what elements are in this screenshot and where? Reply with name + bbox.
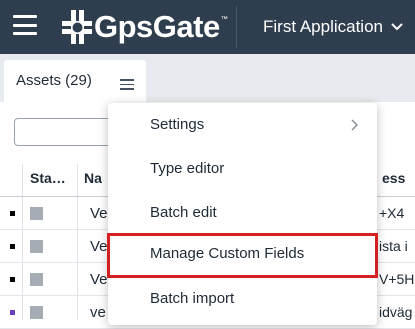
hamburger-menu-icon[interactable] <box>13 15 37 35</box>
column-header-status[interactable]: Sta… <box>30 170 66 186</box>
menu-item-label: Type editor <box>150 160 225 177</box>
chevron-right-icon <box>351 119 359 131</box>
menu-item-label: Batch edit <box>150 204 217 221</box>
status-indicator <box>30 273 43 286</box>
menu-item-label: Settings <box>150 116 205 133</box>
asset-address: ista i <box>379 238 408 254</box>
status-indicator <box>30 240 43 253</box>
application-name: First Application <box>263 17 383 36</box>
assets-context-menu: Settings Type editor Batch edit Manage C… <box>107 103 378 325</box>
menu-item-settings[interactable]: Settings <box>108 105 377 145</box>
tab-assets-label: Assets (29) <box>16 72 92 89</box>
asset-name: Ve <box>90 205 108 222</box>
asset-name: ve <box>90 304 106 321</box>
menu-item-batch-import[interactable]: Batch import <box>108 279 377 319</box>
app-header: GpsGate ™ First Application <box>0 0 415 54</box>
menu-item-label: Batch import <box>150 290 235 307</box>
tab-assets[interactable]: Assets (29) <box>4 60 146 102</box>
row-marker <box>10 277 15 282</box>
row-marker <box>10 211 15 216</box>
menu-item-manage-custom-fields[interactable]: Manage Custom Fields <box>107 233 378 278</box>
asset-name: Ve <box>90 238 108 255</box>
logo-text: GpsGate <box>94 9 220 44</box>
asset-name: Ve <box>90 271 108 288</box>
application-selector[interactable]: First Application <box>263 0 403 54</box>
menu-item-label: Manage Custom Fields <box>150 245 305 262</box>
menu-item-type-editor[interactable]: Type editor <box>108 149 377 189</box>
column-header-address[interactable]: ess <box>382 170 405 186</box>
status-indicator <box>30 306 43 319</box>
chevron-down-icon <box>391 23 403 31</box>
menu-item-batch-edit[interactable]: Batch edit <box>108 193 377 233</box>
row-marker <box>10 244 15 249</box>
status-indicator <box>30 207 43 220</box>
row-marker <box>10 310 15 315</box>
asset-address: +X4 <box>379 205 405 221</box>
hamburger-menu-icon[interactable] <box>120 79 134 90</box>
gpsgate-logo[interactable]: GpsGate ™ <box>62 10 228 44</box>
header-divider <box>236 6 237 48</box>
column-header-name[interactable]: Na <box>84 170 102 186</box>
trademark-symbol: ™ <box>220 16 228 23</box>
tab-strip: Assets (29) <box>0 54 415 102</box>
gpsgate-logo-icon <box>62 10 92 44</box>
asset-address: V+5H <box>379 271 415 287</box>
asset-address: idväg <box>379 304 413 320</box>
